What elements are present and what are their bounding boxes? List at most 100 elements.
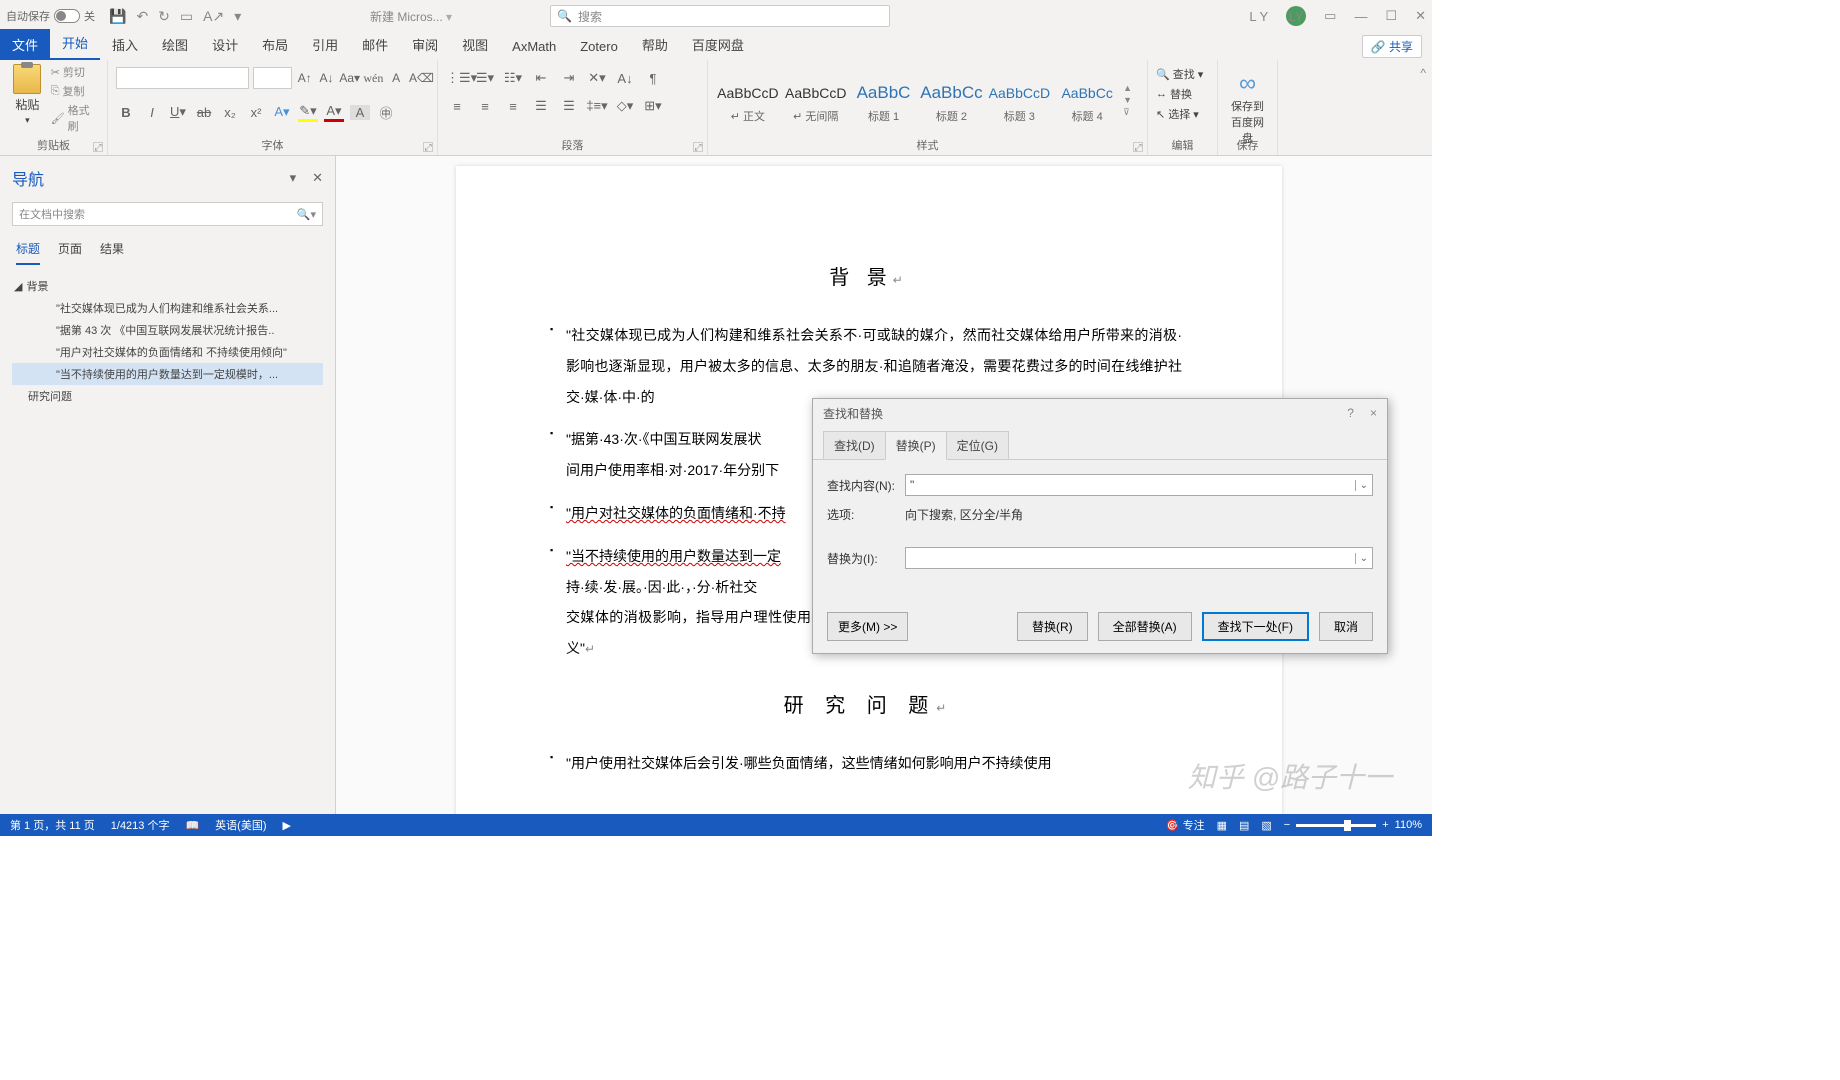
search-bar[interactable]: 🔍 搜索 (550, 5, 890, 27)
paragraph-dialog-icon[interactable]: ⤢ (693, 142, 703, 152)
replace-button[interactable]: ↔替换 (1156, 86, 1209, 102)
view-read-icon[interactable]: ▤ (1239, 819, 1249, 832)
nav-subitem-selected[interactable]: "当不持续使用的用户数量达到一定规模时，... (12, 363, 323, 385)
dialog-titlebar[interactable]: 查找和替换 ?× (813, 399, 1387, 427)
font-dialog-icon[interactable]: ⤢ (423, 142, 433, 152)
multilevel-button[interactable]: ☷▾ (502, 70, 524, 86)
decrease-font-icon[interactable]: A↓ (318, 71, 336, 85)
find-button[interactable]: 🔍查找 ▾ (1156, 66, 1209, 82)
show-marks-button[interactable]: ¶ (642, 71, 664, 86)
dropdown-icon[interactable]: ⌄ (1355, 480, 1368, 491)
align-right-button[interactable]: ≡ (502, 99, 524, 114)
dialog-tab-find[interactable]: 查找(D) (823, 431, 886, 460)
nav-close-icon[interactable]: ✕ (312, 170, 323, 186)
format-painter-button[interactable]: 🖌格式刷 (51, 102, 99, 134)
dialog-close-icon[interactable]: × (1370, 406, 1377, 420)
toggle-switch-icon[interactable] (54, 9, 80, 23)
increase-indent-button[interactable]: ⇥ (558, 70, 580, 86)
word-count[interactable]: 1/4213 个字 (111, 817, 170, 833)
styles-dialog-icon[interactable]: ⤢ (1133, 142, 1143, 152)
tab-mailings[interactable]: 邮件 (350, 29, 400, 60)
tab-help[interactable]: 帮助 (630, 29, 680, 60)
proofing-icon[interactable]: 📖 (185, 819, 199, 832)
tab-references[interactable]: 引用 (300, 29, 350, 60)
nav-tab-results[interactable]: 结果 (100, 240, 124, 265)
char-shading-button[interactable]: A (350, 105, 370, 120)
dialog-tab-goto[interactable]: 定位(G) (946, 431, 1009, 460)
text-effects-button[interactable]: A▾ (272, 104, 292, 120)
cut-button[interactable]: ✂剪切 (51, 64, 99, 80)
zoom-level[interactable]: 110% (1395, 819, 1422, 831)
nav-search-input[interactable]: 在文档中搜索 🔍▾ (12, 202, 323, 226)
font-color-button[interactable]: A▾ (324, 103, 344, 122)
style-heading1[interactable]: AaBbC标题 1 (852, 71, 916, 129)
nav-dropdown-icon[interactable]: ▾ (290, 170, 297, 186)
styles-gallery-expand[interactable]: ▲▼⊽ (1123, 83, 1139, 118)
find-input[interactable]: "⌄ (905, 474, 1373, 496)
zoom-in-icon[interactable]: + (1382, 819, 1388, 831)
nav-heading-item[interactable]: ◢背景 (12, 275, 323, 297)
clipboard-dialog-icon[interactable]: ⤢ (93, 142, 103, 152)
cloud-icon[interactable]: ∞ (1226, 70, 1269, 98)
minimize-icon[interactable]: — (1354, 9, 1367, 24)
tab-home[interactable]: 开始 (50, 27, 100, 60)
view-web-icon[interactable]: ▧ (1261, 819, 1271, 832)
select-button[interactable]: ↖选择 ▾ (1156, 106, 1209, 122)
format-icon[interactable]: A↗ (203, 8, 224, 25)
user-name[interactable]: L Y (1249, 9, 1268, 24)
maximize-icon[interactable]: ☐ (1385, 8, 1397, 24)
redo-icon[interactable]: ↻ (158, 8, 170, 25)
tab-layout[interactable]: 布局 (250, 29, 300, 60)
find-next-button[interactable]: 查找下一处(F) (1202, 612, 1309, 641)
bullets-button[interactable]: ⋮☰▾ (446, 70, 468, 86)
zoom-out-icon[interactable]: − (1284, 819, 1290, 831)
align-center-button[interactable]: ≡ (474, 99, 496, 114)
dialog-help-icon[interactable]: ? (1347, 406, 1354, 420)
tab-design[interactable]: 设计 (200, 29, 250, 60)
paste-button[interactable]: 粘贴▾ (8, 64, 47, 136)
char-border-icon[interactable]: A (387, 71, 405, 85)
page-indicator[interactable]: 第 1 页，共 11 页 (10, 817, 95, 833)
superscript-button[interactable]: x² (246, 105, 266, 120)
shading-button[interactable]: ◇▾ (614, 98, 636, 114)
style-heading4[interactable]: AaBbCc标题 4 (1055, 71, 1119, 129)
strikethrough-button[interactable]: ab (194, 105, 214, 120)
tab-view[interactable]: 视图 (450, 29, 500, 60)
borders-button[interactable]: ⊞▾ (642, 98, 664, 114)
tab-draw[interactable]: 绘图 (150, 29, 200, 60)
style-nospacing[interactable]: AaBbCcD↵ 无间隔 (784, 71, 848, 129)
tab-file[interactable]: 文件 (0, 29, 50, 60)
zoom-control[interactable]: − + 110% (1284, 819, 1422, 831)
bold-button[interactable]: B (116, 105, 136, 120)
replace-all-button[interactable]: 全部替换(A) (1098, 612, 1192, 641)
increase-font-icon[interactable]: A↑ (296, 71, 314, 85)
language-indicator[interactable]: 英语(美国) (215, 817, 266, 833)
save-icon[interactable]: 💾 (109, 8, 126, 25)
style-heading2[interactable]: AaBbCc标题 2 (919, 71, 983, 129)
replace-one-button[interactable]: 替换(R) (1017, 612, 1088, 641)
undo-icon[interactable]: ↶ (136, 8, 148, 25)
numbering-button[interactable]: ☰▾ (474, 70, 496, 86)
touch-icon[interactable]: ▭ (180, 8, 193, 25)
user-avatar[interactable]: LY (1286, 6, 1306, 26)
sort-button[interactable]: A↓ (614, 71, 636, 86)
close-icon[interactable]: ✕ (1415, 8, 1426, 24)
zoom-slider[interactable] (1296, 824, 1376, 827)
more-button[interactable]: 更多(M) >> (827, 612, 908, 641)
autosave-toggle[interactable]: 自动保存 关 (6, 8, 95, 24)
style-normal[interactable]: AaBbCcD↵ 正文 (716, 71, 780, 129)
enclose-char-button[interactable]: ㊥ (376, 103, 396, 122)
copy-button[interactable]: ⎘复制 (51, 83, 99, 99)
collapse-icon[interactable]: ◢ (14, 280, 22, 293)
nav-heading-item[interactable]: 研究问题 (12, 385, 323, 407)
style-heading3[interactable]: AaBbCcD标题 3 (987, 71, 1051, 129)
ltr-button[interactable]: ✕▾ (586, 70, 608, 86)
distribute-button[interactable]: ☰ (558, 98, 580, 114)
ribbon-options-icon[interactable]: ▭ (1324, 8, 1336, 24)
tab-baidu[interactable]: 百度网盘 (680, 29, 756, 60)
macro-icon[interactable]: ▶ (283, 819, 291, 832)
clear-format-icon[interactable]: A⌫ (409, 71, 429, 85)
dropdown-icon[interactable]: ⌄ (1355, 553, 1368, 564)
font-size-select[interactable] (253, 67, 292, 89)
cancel-button[interactable]: 取消 (1319, 612, 1373, 641)
